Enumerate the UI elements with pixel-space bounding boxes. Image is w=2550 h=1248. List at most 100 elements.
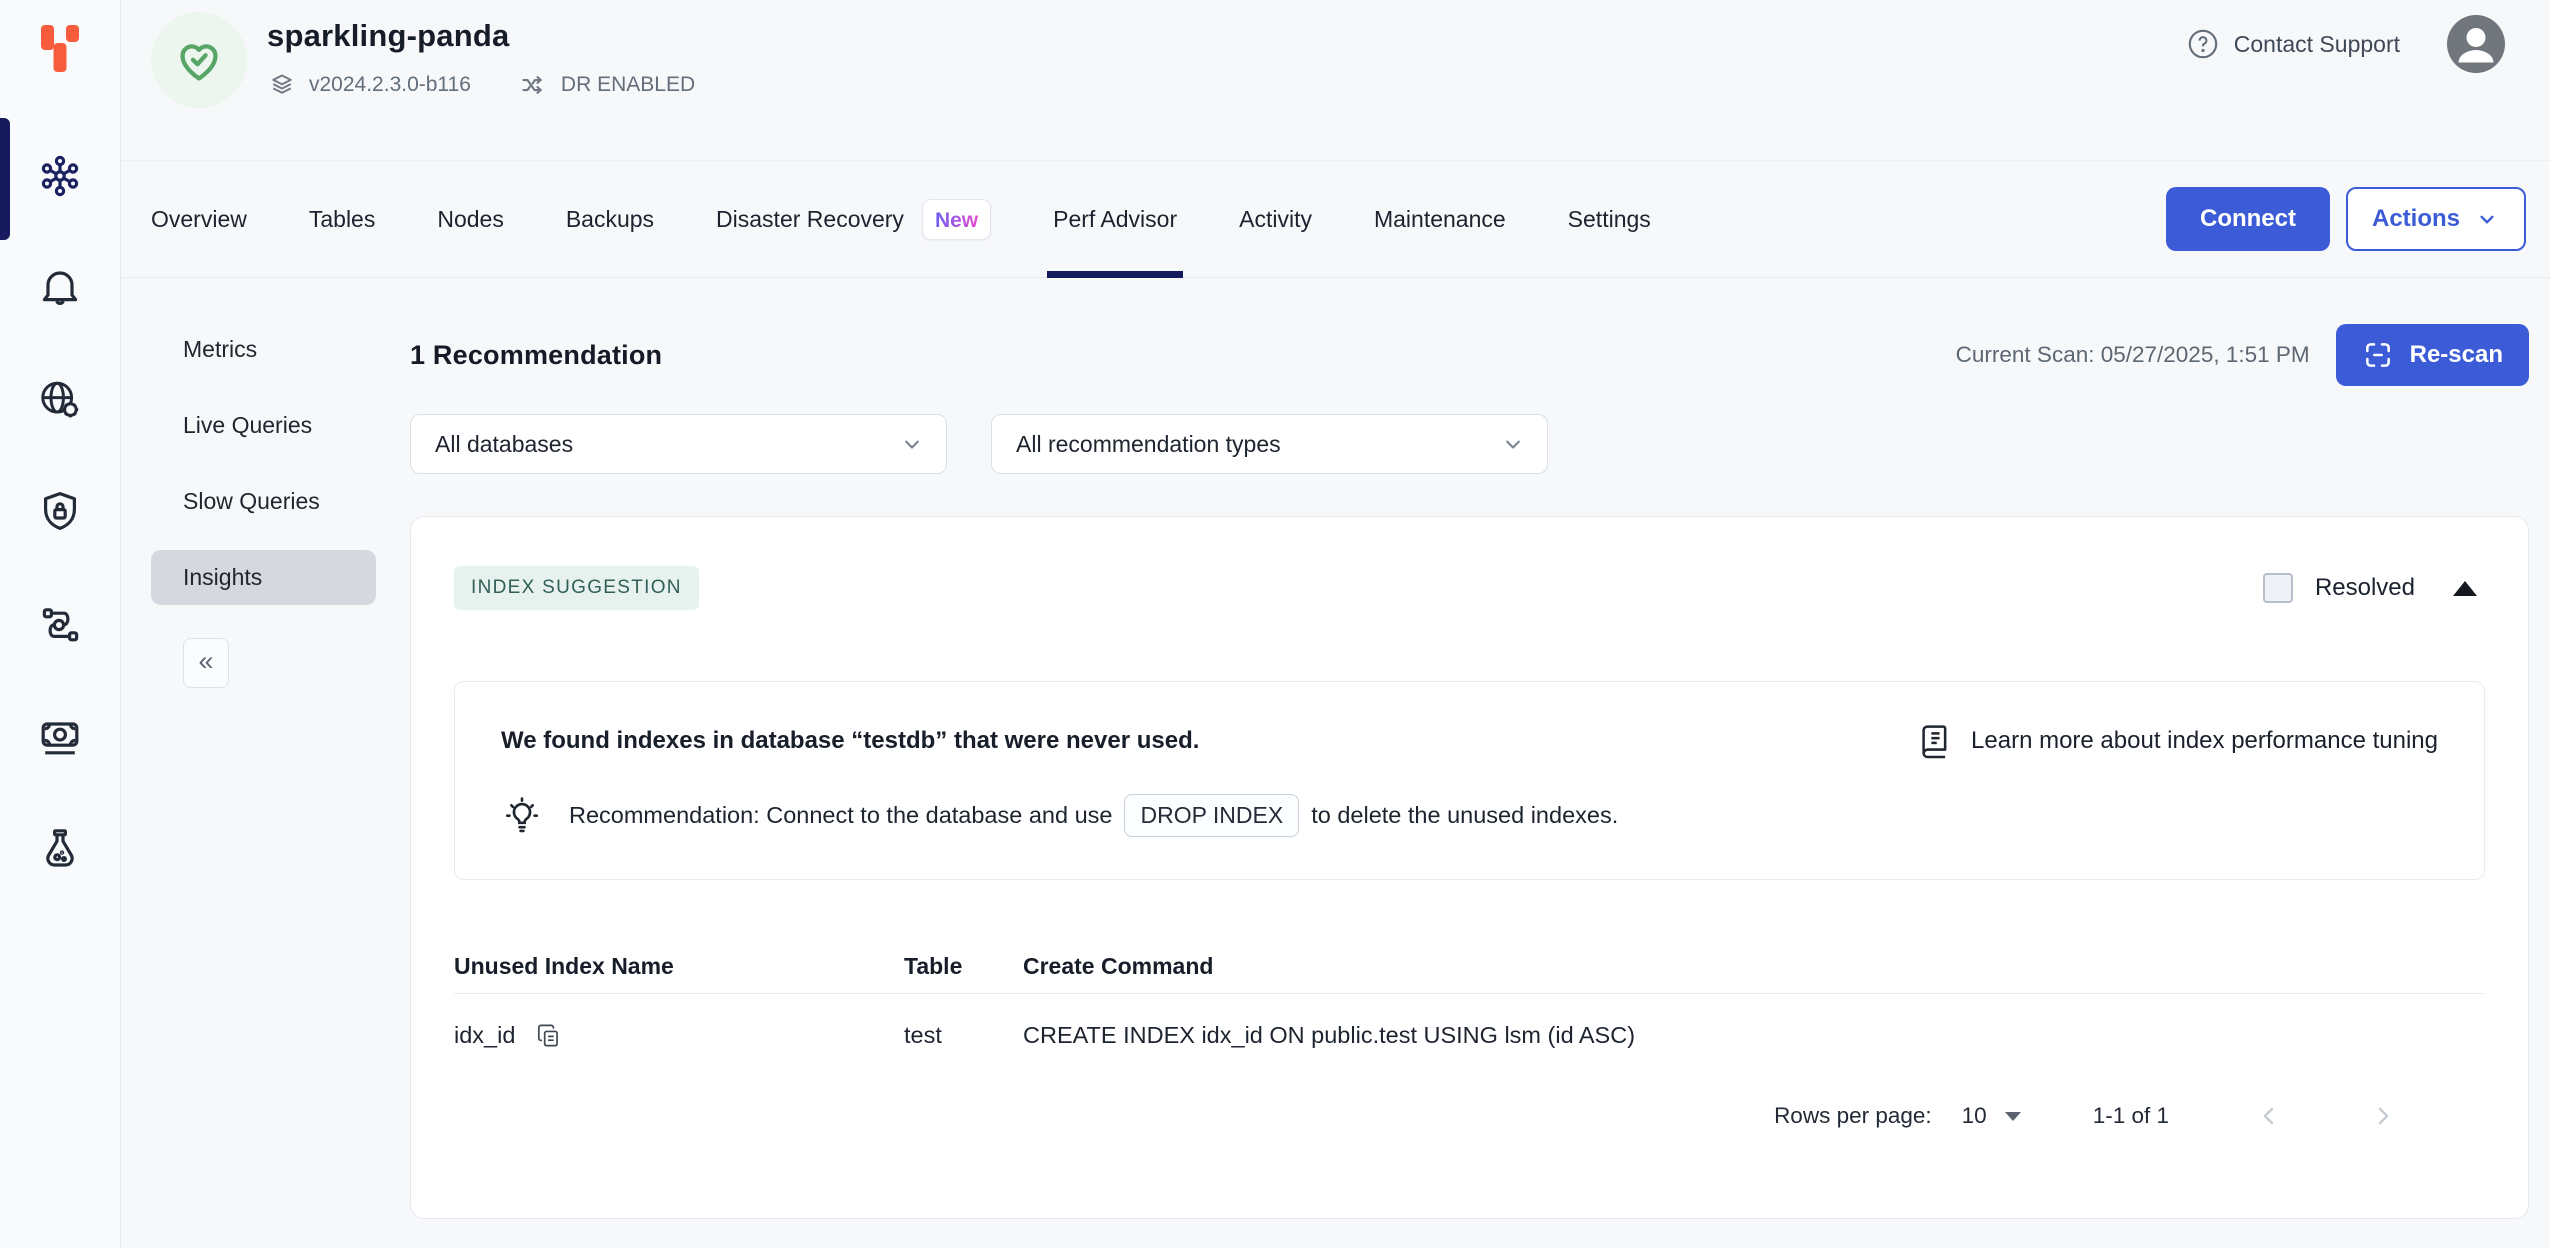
tab-nodes[interactable]: Nodes bbox=[437, 161, 503, 277]
topbar-right: Contact Support bbox=[2186, 14, 2506, 74]
subnav-item-insights[interactable]: Insights bbox=[151, 550, 376, 605]
contact-support-link[interactable]: Contact Support bbox=[2186, 27, 2400, 61]
previous-page-button[interactable] bbox=[2255, 1102, 2283, 1130]
content: Metrics Live Queries Slow Queries Insigh… bbox=[121, 278, 2550, 1248]
chevron-down-icon bbox=[1499, 430, 1527, 458]
pagination: Rows per page: 10 1-1 of 1 bbox=[454, 1102, 2485, 1130]
dr-enabled-label: DR ENABLED bbox=[561, 73, 695, 97]
table-row: idx_id test CREATE IND bbox=[454, 1020, 2485, 1050]
left-icon-rail bbox=[0, 0, 121, 1248]
collapse-card-caret-icon[interactable] bbox=[2453, 581, 2477, 596]
version-item: v2024.2.3.0-b116 bbox=[267, 70, 471, 100]
rescan-button[interactable]: Re-scan bbox=[2336, 324, 2529, 386]
help-icon bbox=[2186, 27, 2220, 61]
yugabyte-logo-icon[interactable] bbox=[28, 18, 92, 82]
recommendation-card: INDEX SUGGESTION Resolved We found index… bbox=[410, 516, 2529, 1219]
main-head: 1 Recommendation Current Scan: 05/27/202… bbox=[410, 324, 2529, 386]
database-name: “testdb” bbox=[851, 727, 947, 754]
subnav-item-live-queries[interactable]: Live Queries bbox=[151, 398, 376, 453]
cluster-tabbar: Overview Tables Nodes Backups Disaster R… bbox=[121, 161, 2550, 278]
card-head: INDEX SUGGESTION Resolved bbox=[454, 567, 2485, 609]
tab-backups[interactable]: Backups bbox=[566, 161, 654, 277]
index-suggestion-badge: INDEX SUGGESTION bbox=[454, 566, 699, 610]
insights-main: 1 Recommendation Current Scan: 05/27/202… bbox=[410, 278, 2529, 1248]
rail-active-indicator bbox=[0, 118, 10, 240]
cluster-health-badge bbox=[151, 12, 247, 108]
subnav-item-metrics[interactable]: Metrics bbox=[151, 322, 376, 377]
recommendation-type-filter-select[interactable]: All recommendation types bbox=[991, 414, 1548, 474]
learn-more-link[interactable]: Learn more about index performance tunin… bbox=[1916, 722, 2438, 760]
subnav-item-slow-queries[interactable]: Slow Queries bbox=[151, 474, 376, 529]
next-page-button[interactable] bbox=[2369, 1102, 2397, 1130]
col-create-command: Create Command bbox=[1023, 952, 2485, 980]
shuffle-icon bbox=[519, 70, 549, 100]
cluster-text-block: sparkling-panda v2024.2.3.0-b116 bbox=[267, 12, 695, 160]
perf-advisor-subnav: Metrics Live Queries Slow Queries Insigh… bbox=[151, 278, 376, 1248]
book-icon bbox=[1916, 722, 1954, 760]
table-header-row: Unused Index Name Table Create Command bbox=[454, 952, 2485, 980]
col-unused-index-name: Unused Index Name bbox=[454, 952, 904, 980]
main-column: sparkling-panda v2024.2.3.0-b116 bbox=[121, 0, 2550, 1248]
rows-per-page-value[interactable]: 10 bbox=[1962, 1103, 1987, 1129]
tab-maintenance[interactable]: Maintenance bbox=[1374, 161, 1506, 277]
cell-table-value: test bbox=[904, 1020, 1023, 1050]
tab-tables[interactable]: Tables bbox=[309, 161, 375, 277]
new-badge: New bbox=[922, 199, 991, 240]
cluster-meta: v2024.2.3.0-b116 DR ENABLED bbox=[267, 70, 695, 100]
recommendation-text-suffix: to delete the unused indexes. bbox=[1311, 802, 1618, 829]
tab-disaster-recovery[interactable]: Disaster Recovery New bbox=[716, 161, 991, 277]
tabs: Overview Tables Nodes Backups Disaster R… bbox=[151, 161, 1651, 277]
index-name-value: idx_id bbox=[454, 1020, 515, 1050]
configurations-route-icon[interactable] bbox=[36, 600, 84, 648]
tab-perf-advisor[interactable]: Perf Advisor bbox=[1053, 161, 1177, 277]
pagination-range: 1-1 of 1 bbox=[2093, 1103, 2169, 1129]
tab-activity[interactable]: Activity bbox=[1239, 161, 1312, 277]
lightbulb-icon bbox=[501, 795, 543, 837]
table-divider bbox=[454, 993, 2485, 994]
rescan-button-label: Re-scan bbox=[2410, 341, 2503, 369]
resolved-label: Resolved bbox=[2315, 574, 2415, 602]
alerts-bell-icon[interactable] bbox=[36, 264, 84, 312]
cell-index-name: idx_id bbox=[454, 1020, 904, 1050]
app-root: sparkling-panda v2024.2.3.0-b116 bbox=[0, 0, 2550, 1248]
security-shield-lock-icon[interactable] bbox=[36, 488, 84, 536]
actions-button-label: Actions bbox=[2372, 205, 2460, 233]
labs-flask-icon[interactable] bbox=[36, 824, 84, 872]
scan-icon bbox=[2362, 339, 2394, 371]
connect-button[interactable]: Connect bbox=[2166, 187, 2330, 251]
database-filter-value: All databases bbox=[435, 431, 573, 458]
chevron-down-icon bbox=[898, 430, 926, 458]
insight-panel: We found indexes in database “testdb” th… bbox=[454, 681, 2485, 880]
rows-per-page-label: Rows per page: bbox=[1774, 1103, 1932, 1129]
resolved-checkbox[interactable] bbox=[2263, 573, 2293, 603]
billing-money-icon[interactable] bbox=[36, 712, 84, 760]
recommendation-text-prefix: Recommendation: Connect to the database … bbox=[569, 802, 1112, 829]
cell-command-value: CREATE INDEX idx_id ON public.test USING… bbox=[1023, 1020, 2485, 1050]
cluster-identity: sparkling-panda v2024.2.3.0-b116 bbox=[151, 12, 695, 160]
subnav-collapse-button[interactable]: « bbox=[183, 638, 229, 688]
contact-support-label: Contact Support bbox=[2234, 31, 2400, 58]
clusters-icon[interactable] bbox=[36, 152, 84, 200]
rail-nav bbox=[36, 152, 84, 872]
recommendation-count-heading: 1 Recommendation bbox=[410, 340, 662, 371]
rows-per-page-caret-icon[interactable] bbox=[2005, 1112, 2021, 1121]
filters-row: All databases All recommendation types bbox=[410, 414, 2529, 474]
actions-button[interactable]: Actions bbox=[2346, 187, 2526, 251]
tabbar-buttons: Connect Actions bbox=[2166, 187, 2526, 251]
current-scan-label: Current Scan: 05/27/2025, 1:51 PM bbox=[1956, 342, 2310, 368]
col-table: Table bbox=[904, 952, 1023, 980]
user-avatar[interactable] bbox=[2446, 14, 2506, 74]
heart-check-icon bbox=[172, 33, 226, 87]
layers-icon bbox=[267, 70, 297, 100]
database-filter-select[interactable]: All databases bbox=[410, 414, 947, 474]
cluster-header: sparkling-panda v2024.2.3.0-b116 bbox=[121, 0, 2550, 161]
unused-index-table: Unused Index Name Table Create Command i… bbox=[454, 952, 2485, 1050]
copy-icon[interactable] bbox=[535, 1022, 562, 1049]
resolved-group: Resolved bbox=[2263, 573, 2477, 603]
panel-recommendation-row: Recommendation: Connect to the database … bbox=[501, 794, 2438, 837]
tab-settings[interactable]: Settings bbox=[1568, 161, 1651, 277]
scan-group: Current Scan: 05/27/2025, 1:51 PM Re-sca… bbox=[1956, 324, 2529, 386]
chevron-down-icon bbox=[2474, 206, 2500, 232]
regions-globe-gear-icon[interactable] bbox=[36, 376, 84, 424]
tab-overview[interactable]: Overview bbox=[151, 161, 247, 277]
